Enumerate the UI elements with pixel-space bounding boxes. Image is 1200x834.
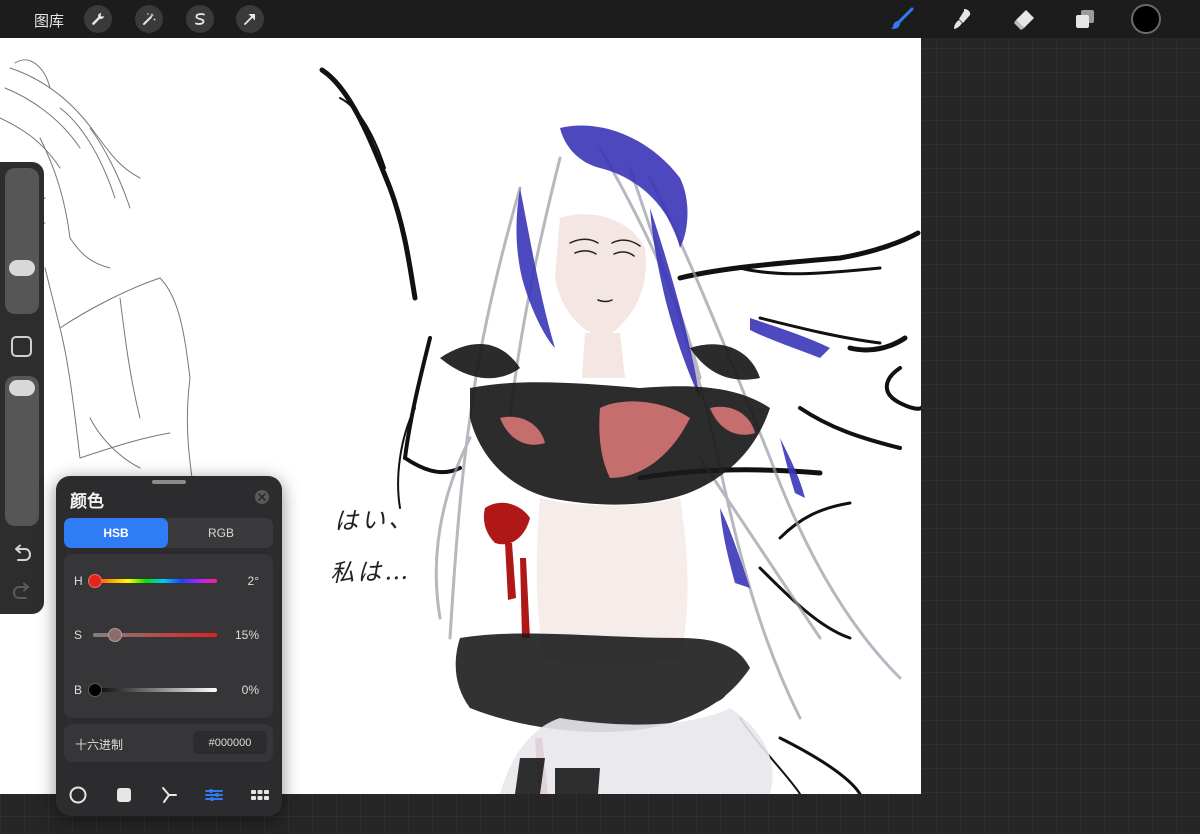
hex-label: 十六进制 — [75, 738, 124, 752]
brightness-row: B 0% — [64, 678, 273, 702]
brightness-knob[interactable] — [88, 683, 102, 697]
saturation-knob[interactable] — [108, 628, 122, 642]
hue-knob[interactable] — [88, 574, 102, 588]
brush-size-slider[interactable] — [5, 168, 39, 314]
brightness-label: B — [74, 683, 83, 697]
magic-wand-icon[interactable] — [135, 5, 163, 33]
hex-row: 十六进制 #000000 — [64, 724, 273, 762]
harmony-icon[interactable] — [158, 784, 180, 806]
hue-label: H — [74, 574, 83, 588]
color-panel-footer — [56, 780, 282, 810]
hue-row: H 2° — [64, 569, 273, 593]
brush-icon[interactable] — [888, 5, 916, 33]
eraser-icon[interactable] — [1010, 5, 1038, 33]
close-icon[interactable] — [255, 490, 269, 504]
color-panel: 颜色 HSB RGB H 2° S 15% B 0% 十六进制 #000000 — [56, 476, 282, 816]
tab-hsb[interactable]: HSB — [64, 518, 168, 548]
handwriting-line-2: 私は… — [329, 556, 412, 588]
panel-title: 颜色 — [70, 492, 104, 512]
gallery-button[interactable]: 图库 — [34, 10, 64, 31]
redo-icon[interactable] — [11, 580, 33, 602]
saturation-row: S 15% — [64, 623, 273, 647]
modify-square-icon[interactable] — [11, 336, 32, 357]
brush-size-thumb[interactable] — [9, 260, 35, 276]
panel-grabber[interactable] — [152, 480, 186, 484]
hsb-sliders: H 2° S 15% B 0% — [64, 554, 273, 718]
classic-square-icon[interactable] — [113, 784, 135, 806]
tab-rgb[interactable]: RGB — [169, 518, 273, 548]
disc-icon[interactable] — [67, 784, 89, 806]
palettes-grid-icon[interactable] — [249, 784, 271, 806]
transform-arrow-icon[interactable] — [236, 5, 264, 33]
wrench-icon[interactable] — [84, 5, 112, 33]
brightness-slider[interactable] — [93, 688, 217, 692]
layers-icon[interactable] — [1071, 5, 1099, 33]
color-mode-tabs: HSB RGB — [64, 518, 273, 548]
opacity-slider[interactable] — [5, 376, 39, 526]
left-sidebar — [0, 162, 44, 614]
smudge-icon[interactable] — [948, 5, 976, 33]
hue-slider[interactable] — [93, 579, 217, 583]
handwriting-line-1: はい、 — [333, 504, 416, 536]
current-color-swatch[interactable] — [1131, 4, 1161, 34]
value-sliders-icon[interactable] — [203, 784, 225, 806]
undo-icon[interactable] — [11, 542, 33, 564]
opacity-thumb[interactable] — [9, 380, 35, 396]
hex-input[interactable]: #000000 — [193, 731, 267, 754]
hue-value: 2° — [247, 574, 259, 588]
saturation-value: 15% — [234, 628, 259, 642]
top-toolbar: 图库 — [0, 0, 1200, 38]
brightness-value: 0% — [241, 683, 259, 697]
saturation-label: S — [74, 628, 83, 642]
selection-s-icon[interactable] — [186, 5, 214, 33]
